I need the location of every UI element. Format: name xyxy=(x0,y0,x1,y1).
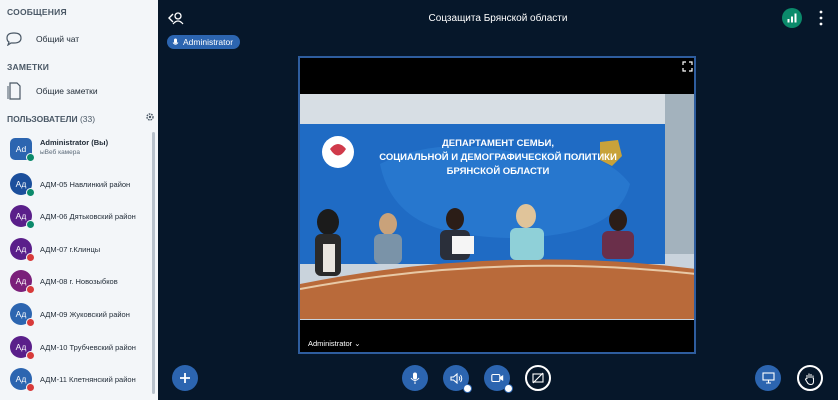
raise-hand-button[interactable] xyxy=(797,365,823,391)
sidebar: СООБЩЕНИЯ Общий чат ЗАМЕТКИ Общие заметк… xyxy=(0,0,159,400)
camera-button[interactable] xyxy=(484,365,513,393)
microphone-icon xyxy=(172,38,179,45)
user-name: АДМ-07 г.Клинцы xyxy=(40,245,101,254)
microphone-icon xyxy=(410,372,420,384)
presenter-name: Administrator xyxy=(183,37,234,47)
video-camera-icon xyxy=(490,373,503,383)
public-chat-label: Общий чат xyxy=(36,34,80,44)
status-badge xyxy=(26,253,35,262)
user-name: АДМ-08 г. Новозыбков xyxy=(40,277,118,286)
status-badge xyxy=(26,383,35,392)
chat-icon xyxy=(0,32,28,46)
messages-section-title: СООБЩЕНИЯ xyxy=(7,7,67,17)
status-badge xyxy=(26,351,35,360)
user-name: АДМ-06 Дятьковский район xyxy=(40,212,136,221)
user-item[interactable]: Ад АДМ-06 Дятьковский район xyxy=(0,199,152,231)
user-name: АДМ-05 Навлинкий район xyxy=(40,180,131,189)
webcam-video[interactable]: ДЕПАРТАМЕНТ СЕМЬИ, СОЦИАЛЬНОЙ И ДЕМОГРАФ… xyxy=(298,56,696,354)
shared-notes-item[interactable]: Общие заметки xyxy=(0,78,156,104)
banner-line-1: ДЕПАРТАМЕНТ СЕМЬИ, xyxy=(442,138,554,149)
user-item[interactable]: Ад АДМ-08 г. Новозыбков xyxy=(0,264,152,296)
status-badge xyxy=(26,153,35,162)
status-badge xyxy=(26,220,35,229)
webcam-status: ыВеб камера xyxy=(40,149,80,156)
user-name: АДМ-11 Клетнянский район xyxy=(40,375,136,384)
screenshare-off-icon xyxy=(532,372,544,384)
conference-room-image: ДЕПАРТАМЕНТ СЕМЬИ, СОЦИАЛЬНОЙ И ДЕМОГРАФ… xyxy=(300,94,694,320)
user-item[interactable]: Ад АДМ-11 Клетнянский район xyxy=(0,362,152,394)
user-item-me[interactable]: Ad Administrator (Вы) ыВеб камера xyxy=(0,132,152,164)
video-label[interactable]: Administrator ⌄ xyxy=(308,339,361,348)
signal-icon xyxy=(787,13,797,23)
audio-button[interactable] xyxy=(443,365,472,393)
user-name: Administrator (Вы) xyxy=(40,138,109,147)
user-item[interactable]: Ад АДМ-10 Трубчевский район xyxy=(0,330,152,362)
public-chat-item[interactable]: Общий чат xyxy=(0,26,156,52)
shared-notes-label: Общие заметки xyxy=(36,86,98,96)
banner-line-2: СОЦИАЛЬНОЙ И ДЕМОГРАФИЧЕСКОЙ ПОЛИТИКИ xyxy=(379,151,617,163)
status-badge xyxy=(26,188,35,197)
sidebar-scrollbar[interactable] xyxy=(152,132,155,394)
actions-button[interactable] xyxy=(172,365,198,391)
users-count: (33) xyxy=(79,114,96,124)
fullscreen-icon[interactable] xyxy=(682,61,693,72)
user-item[interactable]: Ад АДМ-09 Жуковский район xyxy=(0,297,152,329)
notes-icon xyxy=(0,82,28,100)
presenter-tag[interactable]: Administrator xyxy=(167,35,241,49)
chevron-down-icon: ⌄ xyxy=(354,339,361,348)
presentation-icon xyxy=(761,372,775,384)
user-item[interactable]: Ад АДМ-05 Навлинкий район xyxy=(0,167,152,199)
main-area: Соцзащита Брянской области Administrator… xyxy=(158,0,838,400)
more-options-icon[interactable] xyxy=(818,9,824,27)
gear-icon[interactable] xyxy=(145,112,155,122)
screenshare-button[interactable] xyxy=(525,365,551,391)
user-item[interactable]: Ад АДМ-07 г.Клинцы xyxy=(0,232,152,264)
banner-line-3: БРЯНСКОЙ ОБЛАСТИ xyxy=(447,165,550,177)
camera-options-badge[interactable] xyxy=(504,384,513,393)
user-name: АДМ-09 Жуковский район xyxy=(40,310,130,319)
presentation-button[interactable] xyxy=(755,365,781,391)
status-badge xyxy=(26,285,35,294)
connection-status-button[interactable] xyxy=(782,8,802,28)
audio-options-badge[interactable] xyxy=(463,384,472,393)
hand-icon xyxy=(804,373,814,385)
user-name: АДМ-10 Трубчевский район xyxy=(40,343,136,352)
meeting-title: Соцзащита Брянской области xyxy=(428,13,568,24)
users-title-text: ПОЛЬЗОВАТЕЛИ xyxy=(7,114,78,124)
speaker-icon xyxy=(449,372,462,384)
users-section-title: ПОЛЬЗОВАТЕЛИ (33) xyxy=(7,114,95,124)
plus-icon xyxy=(180,373,190,383)
microphone-button[interactable] xyxy=(402,365,428,391)
status-badge xyxy=(26,318,35,327)
notes-section-title: ЗАМЕТКИ xyxy=(7,62,50,72)
